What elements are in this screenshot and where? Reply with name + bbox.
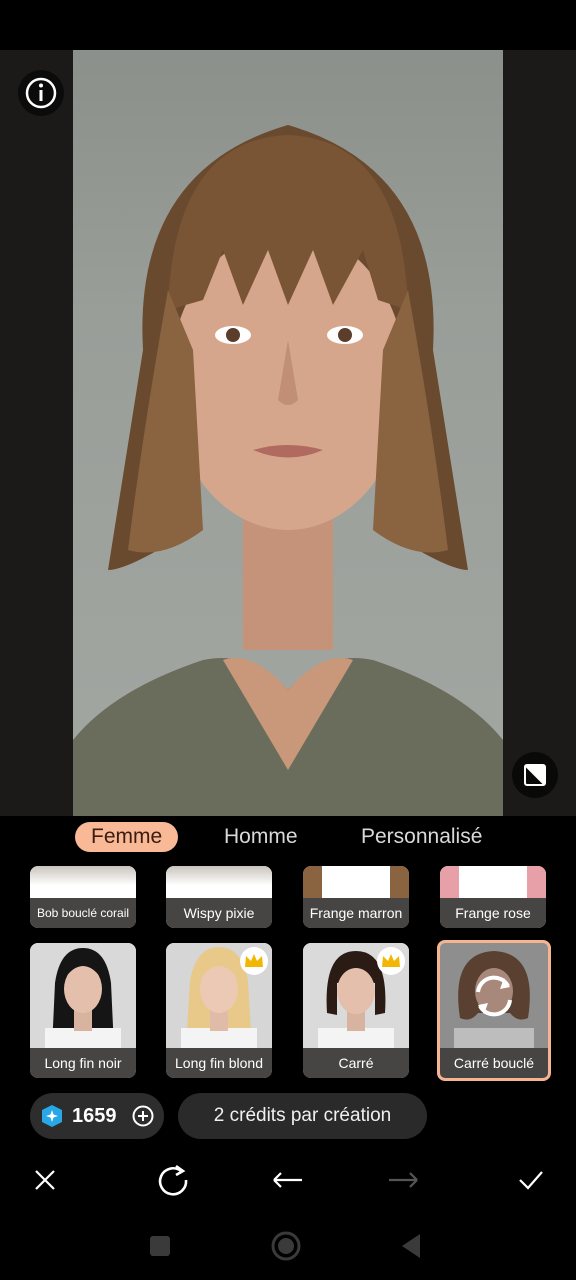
compare-icon bbox=[524, 764, 546, 786]
premium-badge bbox=[377, 947, 405, 975]
tile-label: Wispy pixie bbox=[166, 898, 272, 928]
status-bar bbox=[0, 0, 576, 50]
tab-personnalise[interactable]: Personnalisé bbox=[361, 822, 482, 852]
crown-icon bbox=[245, 954, 263, 967]
credits-balance[interactable]: 1659 bbox=[30, 1093, 164, 1139]
plus-icon[interactable] bbox=[132, 1105, 154, 1127]
redo-circle-icon bbox=[158, 1164, 188, 1196]
info-button[interactable] bbox=[18, 70, 64, 116]
tab-homme[interactable]: Homme bbox=[224, 822, 298, 852]
gender-tabs: Femme Homme Personnalisé bbox=[0, 816, 576, 860]
credits-value: 1659 bbox=[72, 1105, 117, 1127]
compare-button[interactable] bbox=[512, 752, 558, 798]
crown-icon bbox=[382, 954, 400, 967]
edit-toolbar bbox=[0, 1148, 576, 1210]
style-tile-carre[interactable]: Carré bbox=[303, 943, 409, 1078]
tile-label: Long fin noir bbox=[30, 1048, 136, 1078]
home-icon bbox=[271, 1231, 301, 1261]
recents-icon bbox=[150, 1236, 170, 1256]
credits-cost-tooltip: 2 crédits par création bbox=[178, 1093, 427, 1139]
check-icon bbox=[519, 1171, 543, 1190]
tile-thumbnail bbox=[30, 943, 136, 1048]
style-tile-bob-boucle-corail[interactable]: Bob bouclé corail bbox=[30, 866, 136, 928]
tile-thumbnail bbox=[166, 866, 272, 898]
back-icon bbox=[402, 1234, 420, 1258]
tile-label: Long fin blond bbox=[166, 1048, 272, 1078]
redo-button[interactable] bbox=[381, 1158, 425, 1202]
tile-label: Carré bouclé bbox=[440, 1048, 548, 1078]
close-button[interactable] bbox=[23, 1158, 67, 1202]
gem-icon bbox=[42, 1105, 62, 1127]
tile-label: Carré bbox=[303, 1048, 409, 1078]
photo-preview bbox=[0, 50, 576, 816]
style-tile-frange-marron[interactable]: Frange marron bbox=[303, 866, 409, 928]
tile-thumbnail bbox=[303, 866, 409, 898]
home-button[interactable] bbox=[266, 1226, 306, 1266]
close-icon bbox=[35, 1170, 55, 1190]
tile-label: Frange marron bbox=[303, 898, 409, 928]
style-tile-wispy-pixie[interactable]: Wispy pixie bbox=[166, 866, 272, 928]
info-icon bbox=[25, 77, 57, 109]
redo-icon bbox=[389, 1172, 418, 1188]
tile-thumbnail bbox=[30, 866, 136, 898]
back-button[interactable] bbox=[391, 1226, 431, 1266]
regenerate-button[interactable] bbox=[151, 1158, 195, 1202]
confirm-button[interactable] bbox=[509, 1158, 553, 1202]
tab-femme[interactable]: Femme bbox=[75, 822, 179, 852]
tile-thumbnail bbox=[440, 866, 546, 898]
undo-icon bbox=[273, 1172, 302, 1188]
style-tile-carre-boucle[interactable]: Carré bouclé bbox=[437, 940, 551, 1081]
style-tile-long-fin-noir[interactable]: Long fin noir bbox=[30, 943, 136, 1078]
system-nav-bar bbox=[0, 1210, 576, 1280]
undo-button[interactable] bbox=[266, 1158, 310, 1202]
portrait-illustration bbox=[73, 125, 503, 816]
style-row-main: Long fin noir Long fin blond Carré Carré… bbox=[0, 940, 576, 1083]
premium-badge bbox=[240, 947, 268, 975]
style-tile-long-fin-blond[interactable]: Long fin blond bbox=[166, 943, 272, 1078]
style-tile-frange-rose[interactable]: Frange rose bbox=[440, 866, 546, 928]
refresh-icon bbox=[476, 975, 512, 1017]
recents-button[interactable] bbox=[140, 1226, 180, 1266]
portrait-photo bbox=[73, 50, 503, 816]
style-row-top: Bob bouclé corail Wispy pixie Frange mar… bbox=[0, 866, 576, 930]
tile-label: Bob bouclé corail bbox=[30, 898, 136, 928]
tile-label: Frange rose bbox=[440, 898, 546, 928]
